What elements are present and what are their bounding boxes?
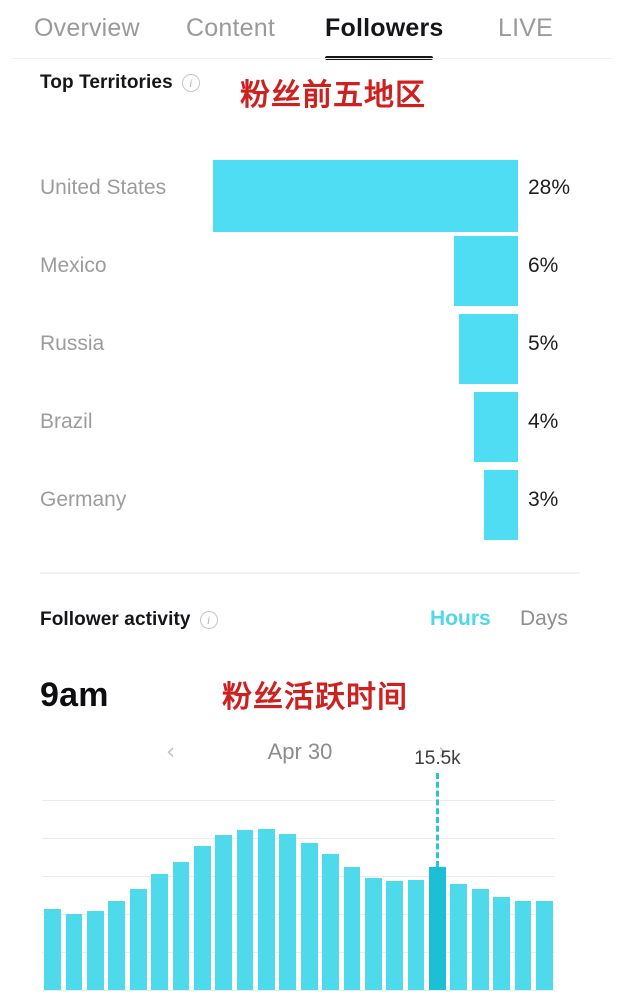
tab-content[interactable]: Content	[186, 14, 275, 43]
hour-bar[interactable]	[87, 910, 104, 990]
info-icon[interactable]: i	[199, 611, 218, 629]
follower-activity-header: Follower activity i	[40, 609, 218, 631]
date-navigator: ‹ Apr 30 ›	[40, 735, 560, 769]
gridline	[42, 876, 555, 877]
territory-name: Germany	[40, 488, 127, 511]
hour-bar[interactable]	[172, 861, 190, 990]
hour-bar[interactable]	[215, 834, 233, 990]
territory-bar	[484, 470, 518, 540]
hour-bar[interactable]	[322, 853, 339, 990]
territory-bar	[454, 236, 518, 306]
gridline	[42, 838, 555, 839]
toggle-days[interactable]: Days	[520, 607, 568, 631]
toggle-hours[interactable]: Hours	[430, 607, 491, 631]
hour-bar[interactable]	[108, 901, 126, 990]
date-label: Apr 30	[267, 739, 333, 764]
hour-bar[interactable]	[535, 901, 553, 990]
hour-bar[interactable]	[343, 866, 361, 990]
territory-value: 3%	[528, 488, 559, 511]
hour-bar[interactable]	[514, 900, 532, 990]
follower-activity-title: Follower activity	[40, 609, 191, 630]
territory-value: 28%	[528, 176, 571, 199]
hour-bar[interactable]	[493, 897, 510, 990]
territory-name: Brazil	[40, 410, 93, 433]
gridline	[42, 800, 555, 801]
top-territories-header: Top Territories i	[40, 72, 200, 94]
follower-activity-chart: 15.5k	[0, 748, 621, 994]
hour-bar[interactable]	[471, 888, 489, 990]
territory-row[interactable]: Mexico 6%	[0, 228, 621, 306]
territory-row[interactable]: Brazil 4%	[0, 384, 621, 462]
territory-row[interactable]: Russia 5%	[0, 306, 621, 384]
territory-bar	[213, 160, 518, 232]
top-territories-chart: United States 28% Mexico 6% Russia 5% Br…	[0, 140, 621, 560]
tab-live[interactable]: LIVE	[498, 14, 553, 43]
hour-bar[interactable]	[386, 880, 404, 990]
analytics-tab-bar: Overview Content Followers LIVE	[0, 0, 621, 60]
territory-value: 5%	[528, 332, 559, 355]
hour-bar[interactable]	[151, 874, 168, 990]
tooltip-value-label: 15.5k	[414, 748, 461, 769]
gridline	[42, 990, 555, 991]
info-icon[interactable]: i	[181, 74, 200, 92]
territory-value: 6%	[528, 254, 559, 277]
hour-bar[interactable]	[44, 909, 62, 990]
activity-annotation: 粉丝活跃时间	[222, 680, 408, 715]
territory-row[interactable]: United States 28%	[0, 150, 621, 232]
territory-name: Mexico	[40, 254, 107, 277]
hour-bar[interactable]	[236, 830, 254, 990]
top-territories-title: Top Territories	[40, 72, 173, 93]
territory-name: United States	[40, 176, 167, 199]
hour-bar[interactable]	[300, 842, 318, 990]
territory-name: Russia	[40, 332, 105, 355]
territory-value: 4%	[528, 410, 559, 433]
territory-bar	[459, 314, 518, 384]
tab-followers[interactable]: Followers	[325, 14, 444, 43]
hour-bar[interactable]	[65, 914, 83, 990]
section-divider	[40, 572, 580, 574]
territory-row[interactable]: Germany 3%	[0, 462, 621, 540]
hour-bar[interactable]	[193, 845, 211, 990]
hour-bar[interactable]	[258, 829, 275, 990]
hour-bar[interactable]	[429, 867, 446, 990]
tab-overview[interactable]: Overview	[34, 14, 140, 43]
hour-bar[interactable]	[450, 883, 468, 990]
hour-bar[interactable]	[129, 888, 147, 990]
tabbar-divider	[12, 58, 612, 59]
hour-bar[interactable]	[407, 879, 425, 990]
territory-bar	[474, 392, 518, 462]
tooltip-dashed-line	[435, 773, 439, 868]
territories-annotation: 粉丝前五地区	[240, 78, 426, 113]
hour-bar[interactable]	[364, 878, 382, 990]
hour-bar[interactable]	[279, 834, 297, 990]
peak-hour-value: 9am	[40, 676, 109, 714]
